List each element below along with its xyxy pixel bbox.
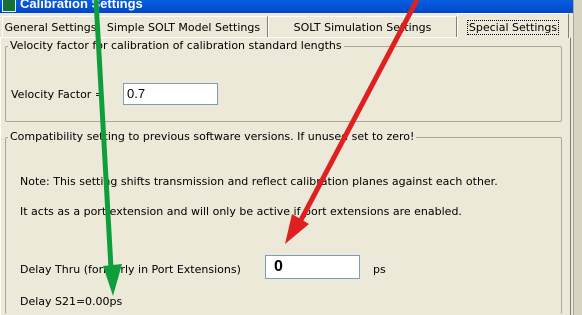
velocity-factor-label: Velocity Factor = <box>11 88 105 101</box>
tab-label: General Settings <box>4 21 97 34</box>
tab-general-settings[interactable]: General Settings <box>2 16 99 37</box>
window-title: Calibration Settings <box>20 0 143 11</box>
velocity-group-legend: Velocity factor for calibration of calib… <box>10 39 342 52</box>
delay-s21-label: Delay S21= <box>20 295 86 308</box>
delay-unit-label: ps <box>373 263 386 276</box>
tab-label: Simple SOLT Model Settings <box>106 21 261 34</box>
velocity-group: Velocity factor for calibration of calib… <box>5 40 562 122</box>
title-bar: Calibration Settings <box>0 0 582 13</box>
note-line-2: It acts as a port extension and will onl… <box>20 205 462 218</box>
tab-simple-solt-model-settings[interactable]: Simple SOLT Model Settings <box>99 16 268 37</box>
velocity-factor-field[interactable]: 0.7 <box>123 83 218 105</box>
scrollbar[interactable] <box>573 0 582 315</box>
tab-solt-simulation-settings[interactable]: SOLT Simulation Settings <box>268 16 457 37</box>
compatibility-group-legend: Compatibility setting to previous softwa… <box>10 130 415 143</box>
note-line-1: Note: This setting shifts transmission a… <box>20 175 498 188</box>
delay-thru-label: Delay Thru (formerly in Port Extensions) <box>20 263 241 276</box>
tab-panel: Velocity factor for calibration of calib… <box>0 37 571 315</box>
tab-label: Special Settings <box>466 20 560 35</box>
compatibility-group: Compatibility setting to previous softwa… <box>5 131 562 314</box>
delay-s21-value: 0.00ps <box>85 295 123 308</box>
app-icon <box>2 0 16 12</box>
delay-thru-field[interactable]: 0 <box>265 255 360 279</box>
tab-special-settings[interactable]: Special Settings <box>457 13 569 38</box>
tab-label: SOLT Simulation Settings <box>293 21 432 34</box>
